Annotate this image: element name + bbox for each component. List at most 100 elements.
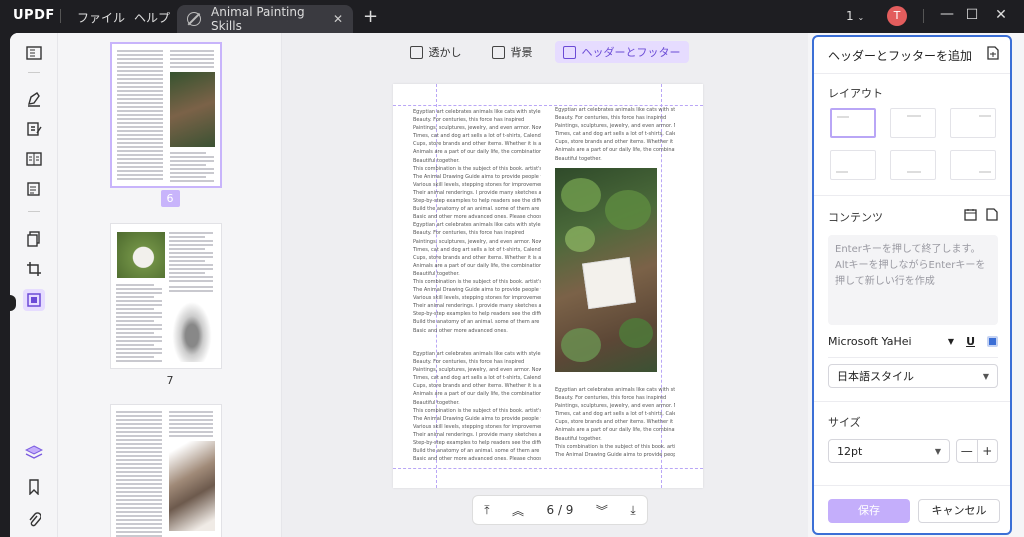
- size-select[interactable]: 12pt ▼: [828, 439, 950, 463]
- page-text-line: This combination is the subject of this …: [413, 165, 541, 172]
- close-window-button[interactable]: ✕: [991, 7, 1011, 23]
- layout-bottom-right[interactable]: [950, 150, 996, 180]
- header-footer-button[interactable]: ヘッダーとフッター: [554, 41, 689, 63]
- underline-icon[interactable]: U: [966, 335, 975, 348]
- menu-help[interactable]: ヘルプ: [134, 9, 170, 26]
- thumbnail-text-line: [117, 170, 163, 172]
- thumbnail-panel: 6 7: [58, 33, 282, 537]
- template-icon[interactable]: [986, 46, 1000, 63]
- new-tab-button[interactable]: +: [363, 6, 378, 27]
- pdf-page[interactable]: Egyptian art celebrates animals like cat…: [393, 84, 703, 488]
- fill-sign-icon[interactable]: [24, 179, 44, 199]
- thumbnail-text-line: [169, 280, 213, 282]
- style-select[interactable]: 日本語スタイル ▼: [828, 364, 998, 388]
- thumbnail-text-line: [117, 58, 163, 60]
- crop-icon[interactable]: [24, 259, 44, 279]
- horse-sketch: [169, 441, 215, 531]
- background-button[interactable]: 背景: [484, 41, 541, 63]
- last-page-icon[interactable]: ⤓: [630, 503, 635, 518]
- page-text-line: This combination is the subject of this …: [555, 443, 675, 450]
- page-text-line: Beauty. For centuries, this force has in…: [413, 359, 525, 366]
- thumbnail-text-line: [169, 248, 205, 250]
- page-text-line: Paintings, sculptures, jewelry, and even…: [413, 238, 541, 245]
- thumbnail-text-line: [116, 443, 162, 445]
- thumbnail-text-line: [117, 150, 163, 152]
- thumbnail-text-line: [117, 142, 163, 144]
- page-text-line: Egyptian art celebrates animals like cat…: [413, 222, 541, 229]
- close-tab-icon[interactable]: ✕: [333, 12, 343, 26]
- bookmark-icon[interactable]: [24, 477, 44, 497]
- window-count-dropdown[interactable]: 1 ⌄: [846, 9, 864, 23]
- thumbnail-page-6[interactable]: [110, 42, 222, 188]
- thumbnail-text-line: [116, 328, 162, 330]
- thumbnail-text-line: [170, 152, 206, 154]
- thumbnail-label-6: 6: [58, 190, 282, 207]
- edit-pdf-icon[interactable]: [24, 119, 44, 139]
- thumbnail-text-line: [117, 162, 163, 164]
- insert-date-icon[interactable]: [964, 208, 977, 224]
- size-stepper: — +: [956, 439, 998, 463]
- insert-page-number-icon[interactable]: [986, 208, 998, 224]
- layout-bottom-center[interactable]: [890, 150, 936, 180]
- document-tab[interactable]: Animal Painting Skills ✕: [177, 5, 353, 33]
- thumbnail-text-line: [169, 431, 213, 433]
- page-text-line: Beautiful together.: [413, 157, 460, 164]
- rabbit-sketch: [169, 296, 215, 362]
- decrease-size-button[interactable]: —: [957, 440, 978, 462]
- previous-page-icon[interactable]: ︽: [512, 502, 524, 519]
- thumbnail-text-line: [170, 54, 214, 56]
- comment-icon[interactable]: [24, 89, 44, 109]
- thumbnail-text-line: [117, 166, 163, 168]
- thumbnail-page-7[interactable]: [110, 223, 222, 369]
- menu-file[interactable]: ファイル: [77, 9, 125, 26]
- avatar[interactable]: T: [887, 6, 907, 26]
- divider: [923, 9, 924, 23]
- page-number-field[interactable]: 6 / 9: [547, 503, 574, 517]
- content-input[interactable]: Enterキーを押して終了します。Altキーを押しながらEnterキーを押して新…: [828, 235, 998, 325]
- thumbnail-text-line: [117, 174, 163, 176]
- thumbnail-text-line: [116, 467, 162, 469]
- increase-size-button[interactable]: +: [978, 440, 998, 462]
- minimize-button[interactable]: —: [937, 6, 957, 22]
- title-bar: UPDF ファイル ヘルプ Animal Painting Skills ✕ +…: [0, 0, 1024, 33]
- thumbnail-text-line: [116, 344, 154, 346]
- watermark-icon: [409, 45, 423, 59]
- layout-top-left[interactable]: [830, 108, 876, 138]
- thumbnail-text-line: [116, 479, 162, 481]
- layout-top-right[interactable]: [950, 108, 996, 138]
- maximize-button[interactable]: ☐: [962, 7, 982, 23]
- window-count: 1: [846, 9, 854, 23]
- thumbnail-text-line: [116, 471, 162, 473]
- cancel-button[interactable]: キャンセル: [918, 499, 1000, 523]
- thumbnail-text-line: [169, 427, 213, 429]
- font-family-select[interactable]: Microsoft YaHei: [828, 335, 948, 348]
- next-page-icon[interactable]: ︾: [596, 502, 608, 519]
- font-color-swatch[interactable]: [987, 335, 998, 347]
- thumbnail-text-line: [170, 180, 214, 182]
- thumbnail-text-line: [116, 491, 162, 493]
- page-text-line: Basic and other more advanced ones. Plea…: [413, 214, 541, 221]
- save-button[interactable]: 保存: [828, 499, 910, 523]
- organize-pages-icon[interactable]: [24, 229, 44, 249]
- font-row: Microsoft YaHei ▼ U: [828, 329, 998, 353]
- first-page-icon[interactable]: ⤒: [484, 503, 489, 518]
- thumbnail-text-line: [169, 276, 213, 278]
- thumbnail-text-line: [117, 50, 163, 52]
- reader-icon[interactable]: [24, 43, 44, 63]
- tools-icon[interactable]: [23, 289, 45, 311]
- page-text-line: This combination is the subject of this …: [413, 278, 541, 285]
- form-icon[interactable]: [24, 149, 44, 169]
- attachment-icon[interactable]: [24, 509, 44, 529]
- layout-bottom-left[interactable]: [830, 150, 876, 180]
- thumbnail-text-line: [117, 54, 163, 56]
- thumbnail-text-line: [116, 427, 162, 429]
- header-footer-panel: ヘッダーとフッターを追加 レイアウト コンテンツ Enterキーを押して終了しま…: [812, 35, 1012, 535]
- page-text-line: Times, cat and dog art sells a lot of t-…: [413, 375, 541, 382]
- layers-icon[interactable]: [24, 443, 44, 463]
- page-text-column-2-top: Egyptian art celebrates animals like cat…: [555, 106, 675, 163]
- thumbnail-page-8[interactable]: [110, 404, 222, 537]
- thumbnail-text-line: [116, 499, 162, 501]
- layout-top-center[interactable]: [890, 108, 936, 138]
- watermark-button[interactable]: 透かし: [402, 41, 470, 63]
- thumbnail-text-line: [116, 483, 162, 485]
